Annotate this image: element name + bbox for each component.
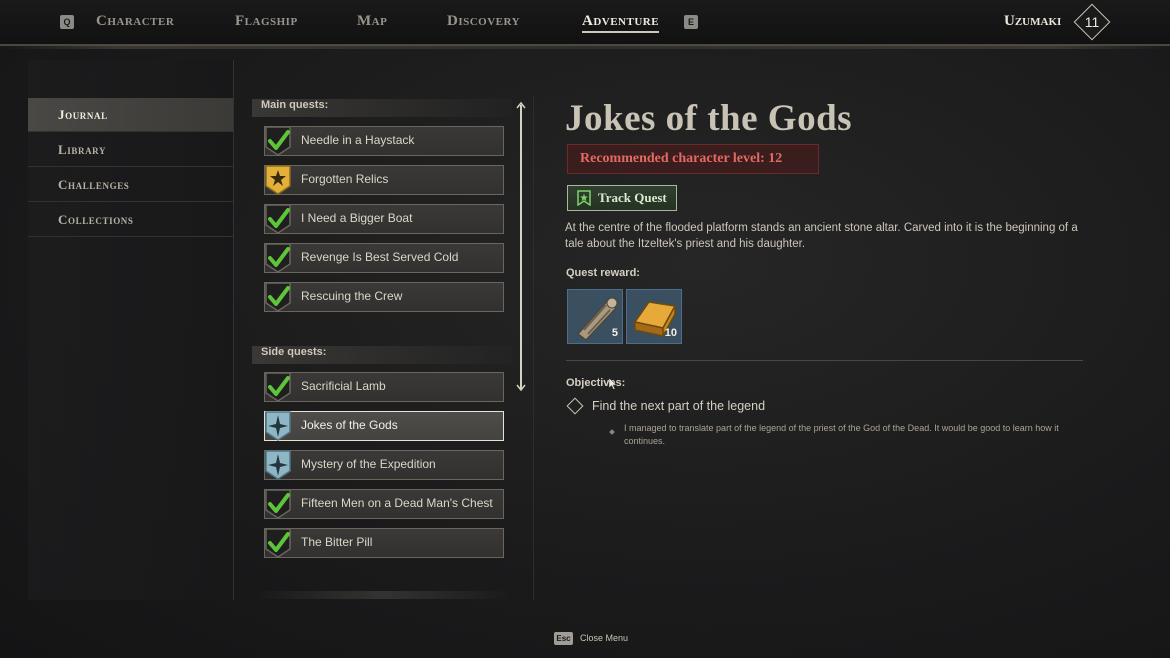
quest-label: Sacrificial Lamb <box>301 379 386 393</box>
recommended-level-badge: Recommended character level: 12 <box>567 144 819 174</box>
quest-row[interactable]: Needle in a Haystack <box>264 126 504 156</box>
objective-text: Find the next part of the legend <box>592 399 766 413</box>
side-quests-heading: Side quests: <box>252 346 512 364</box>
quest-row[interactable]: Revenge Is Best Served Cold <box>264 243 504 273</box>
journal-sidebar: Journal Library Challenges Collections <box>28 60 234 600</box>
quest-label: Needle in a Haystack <box>301 133 415 147</box>
sidebar-item-library[interactable]: Library <box>28 133 233 167</box>
tab-character[interactable]: Character <box>96 13 174 30</box>
in-progress-compass-icon <box>265 450 291 480</box>
prev-tab-key-hint[interactable]: Q <box>60 15 74 29</box>
player-name: Uzumaki <box>1004 13 1062 29</box>
quest-label: Revenge Is Best Served Cold <box>301 250 459 264</box>
quest-label: Mystery of the Expedition <box>301 457 436 471</box>
quest-row[interactable]: Sacrificial Lamb <box>264 372 504 402</box>
completed-check-icon <box>265 282 291 312</box>
track-quest-button[interactable]: Track Quest <box>567 185 677 211</box>
quest-reward-heading: Quest reward: <box>566 267 640 279</box>
sidebar-item-journal[interactable]: Journal <box>28 98 233 132</box>
tab-flagship[interactable]: Flagship <box>235 13 298 30</box>
quest-title: Jokes of the Gods <box>565 98 853 139</box>
quest-label: Forgotten Relics <box>301 172 389 186</box>
quest-row[interactable]: Mystery of the Expedition <box>264 450 504 480</box>
sidebar-item-challenges[interactable]: Challenges <box>28 168 233 202</box>
quest-list: Main quests: Needle in a Haystack Forgot… <box>252 95 534 600</box>
quest-label: Fifteen Men on a Dead Man's Chest <box>301 496 493 510</box>
quest-row[interactable]: I Need a Bigger Boat <box>264 204 504 234</box>
player-level: 11 <box>1084 14 1100 30</box>
quest-label: Jokes of the Gods <box>301 418 398 432</box>
quest-row[interactable]: Rescuing the Crew <box>264 282 504 312</box>
completed-check-icon <box>265 489 291 519</box>
bookmark-star-icon <box>577 190 591 206</box>
completed-check-icon <box>265 243 291 273</box>
sidebar-item-collections[interactable]: Collections <box>28 203 233 237</box>
quest-row[interactable]: The Bitter Pill <box>264 528 504 558</box>
section-divider <box>566 360 1083 361</box>
tab-discovery[interactable]: Discovery <box>447 13 520 30</box>
mouse-cursor-icon <box>609 378 617 390</box>
tab-adventure[interactable]: Adventure <box>582 13 660 33</box>
scroll-down-arrow-icon[interactable] <box>516 382 526 392</box>
completed-check-icon <box>265 126 291 156</box>
in-progress-compass-icon <box>265 411 291 441</box>
main-quests-heading: Main quests: <box>252 99 512 117</box>
completed-check-icon <box>265 204 291 234</box>
next-tab-key-hint[interactable]: E <box>684 15 698 29</box>
reward-quantity: 10 <box>664 327 677 339</box>
close-menu-label: Close Menu <box>580 633 629 643</box>
reward-item-slot[interactable]: 5 <box>567 289 623 344</box>
reward-item-slot[interactable]: 10 <box>626 289 682 344</box>
quest-label: I Need a Bigger Boat <box>301 211 413 225</box>
objective-bullet-icon <box>609 429 615 435</box>
quest-label: The Bitter Pill <box>301 535 373 549</box>
objective-diamond-icon <box>566 397 584 415</box>
quest-row[interactable]: Fifteen Men on a Dead Man's Chest <box>264 489 504 519</box>
reward-quantity: 5 <box>611 327 618 339</box>
quest-list-scrollbar[interactable] <box>520 105 522 389</box>
completed-check-icon <box>265 372 291 402</box>
quest-description: At the centre of the flooded platform st… <box>565 222 1078 250</box>
main-quest-star-icon <box>265 165 291 195</box>
track-quest-label: Track Quest <box>598 190 667 205</box>
objective-note: I managed to translate part of the legen… <box>624 423 1059 446</box>
tab-map[interactable]: Map <box>357 13 387 30</box>
quest-row[interactable]: Forgotten Relics <box>264 165 504 195</box>
top-navigation-bar: Q Character Flagship Map Discovery Adven… <box>0 0 1170 49</box>
quest-label: Rescuing the Crew <box>301 289 403 303</box>
esc-key-hint[interactable]: Esc <box>554 632 573 645</box>
completed-check-icon <box>265 528 291 558</box>
quest-row-selected[interactable]: Jokes of the Gods <box>264 411 504 441</box>
list-bottom-fade <box>252 591 512 599</box>
